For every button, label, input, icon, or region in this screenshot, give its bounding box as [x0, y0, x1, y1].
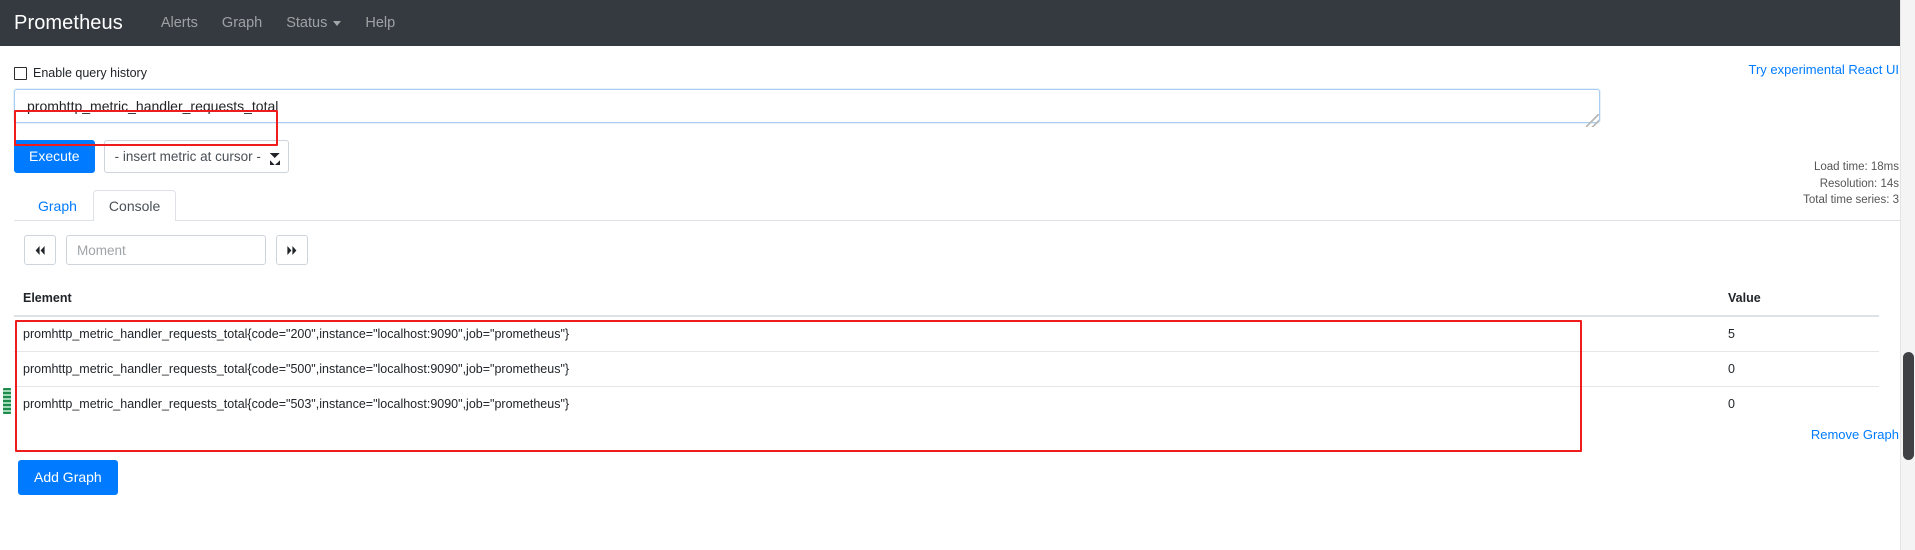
panel-tabs: Graph Console — [14, 190, 1901, 221]
double-chevron-right-icon[interactable] — [276, 235, 308, 265]
page-scrollbar[interactable] — [1900, 0, 1915, 550]
double-chevron-left-icon[interactable] — [24, 235, 56, 265]
add-graph-button[interactable]: Add Graph — [18, 460, 118, 495]
insert-metric-select[interactable]: - insert metric at cursor - — [103, 140, 289, 173]
cell-element: promhttp_metric_handler_requests_total{c… — [14, 386, 1719, 421]
nav-item-help[interactable]: Help — [353, 9, 407, 37]
nav-item-alerts[interactable]: Alerts — [149, 9, 210, 37]
nav-item-graph-label: Graph — [221, 15, 263, 31]
moment-input[interactable] — [66, 235, 266, 265]
stat-total-time-series: Total time series: 3 — [1803, 194, 1899, 206]
results-table-head: Element Value — [14, 284, 1879, 317]
brand-logo[interactable]: Prometheus — [14, 12, 123, 35]
page-body: Try experimental React UI Enable query h… — [0, 46, 1915, 495]
query-history-row: Enable query history — [14, 46, 1901, 80]
table-row: promhttp_metric_handler_requests_total{c… — [14, 315, 1879, 352]
cell-element: promhttp_metric_handler_requests_total{c… — [14, 351, 1719, 387]
nav-item-help-label: Help — [365, 15, 396, 31]
tab-graph[interactable]: Graph — [22, 190, 93, 221]
try-react-ui-link[interactable]: Try experimental React UI — [1748, 62, 1899, 77]
cell-value: 0 — [1719, 386, 1879, 421]
top-navbar: Prometheus Alerts Graph Status Help — [0, 0, 1915, 46]
remove-graph-link[interactable]: Remove Graph — [14, 427, 1901, 442]
add-graph-row: Add Graph — [14, 460, 1901, 495]
nav-item-alerts-label: Alerts — [160, 15, 198, 31]
results-table: Element Value promhttp_metric_handler_re… — [14, 284, 1879, 421]
query-stats: Load time: 18ms Resolution: 14s Total ti… — [1803, 159, 1899, 209]
enable-query-history-checkbox[interactable] — [14, 66, 27, 80]
navbar-links: Alerts Graph Status Help — [149, 9, 407, 37]
stat-load-time: Load time: 18ms — [1813, 161, 1899, 173]
table-row: promhttp_metric_handler_requests_total{c… — [14, 351, 1879, 387]
results-table-wrapper: Element Value promhttp_metric_handler_re… — [14, 284, 1879, 421]
tab-console[interactable]: Console — [92, 190, 177, 221]
execute-button[interactable]: Execute — [14, 140, 95, 173]
nav-item-status-label: Status — [286, 15, 328, 31]
enable-query-history-label: Enable query history — [33, 66, 147, 80]
scrollbar-thumb[interactable] — [1903, 352, 1914, 460]
nav-item-status[interactable]: Status — [274, 9, 353, 37]
results-table-header-row: Element Value — [14, 284, 1879, 317]
cell-value: 0 — [1719, 351, 1879, 387]
chevron-down-icon — [333, 20, 342, 26]
results-table-body: promhttp_metric_handler_requests_total{c… — [14, 315, 1879, 421]
execute-row: Execute - insert metric at cursor - — [14, 140, 1901, 173]
table-row: promhttp_metric_handler_requests_total{c… — [14, 386, 1879, 421]
cell-value: 5 — [1719, 315, 1879, 352]
column-header-value: Value — [1719, 284, 1879, 317]
moment-picker-row — [14, 235, 1901, 265]
console-panel: Element Value promhttp_metric_handler_re… — [14, 221, 1901, 495]
scrollbar-highlight-mark — [3, 388, 11, 414]
expression-input[interactable] — [14, 89, 1600, 123]
expression-resize-handle[interactable] — [1586, 114, 1599, 127]
expression-input-wrapper — [14, 89, 1600, 128]
cell-element: promhttp_metric_handler_requests_total{c… — [14, 315, 1719, 352]
stat-resolution: Resolution: 14s — [1819, 177, 1899, 190]
nav-item-graph[interactable]: Graph — [210, 9, 274, 37]
column-header-element: Element — [14, 284, 1719, 317]
